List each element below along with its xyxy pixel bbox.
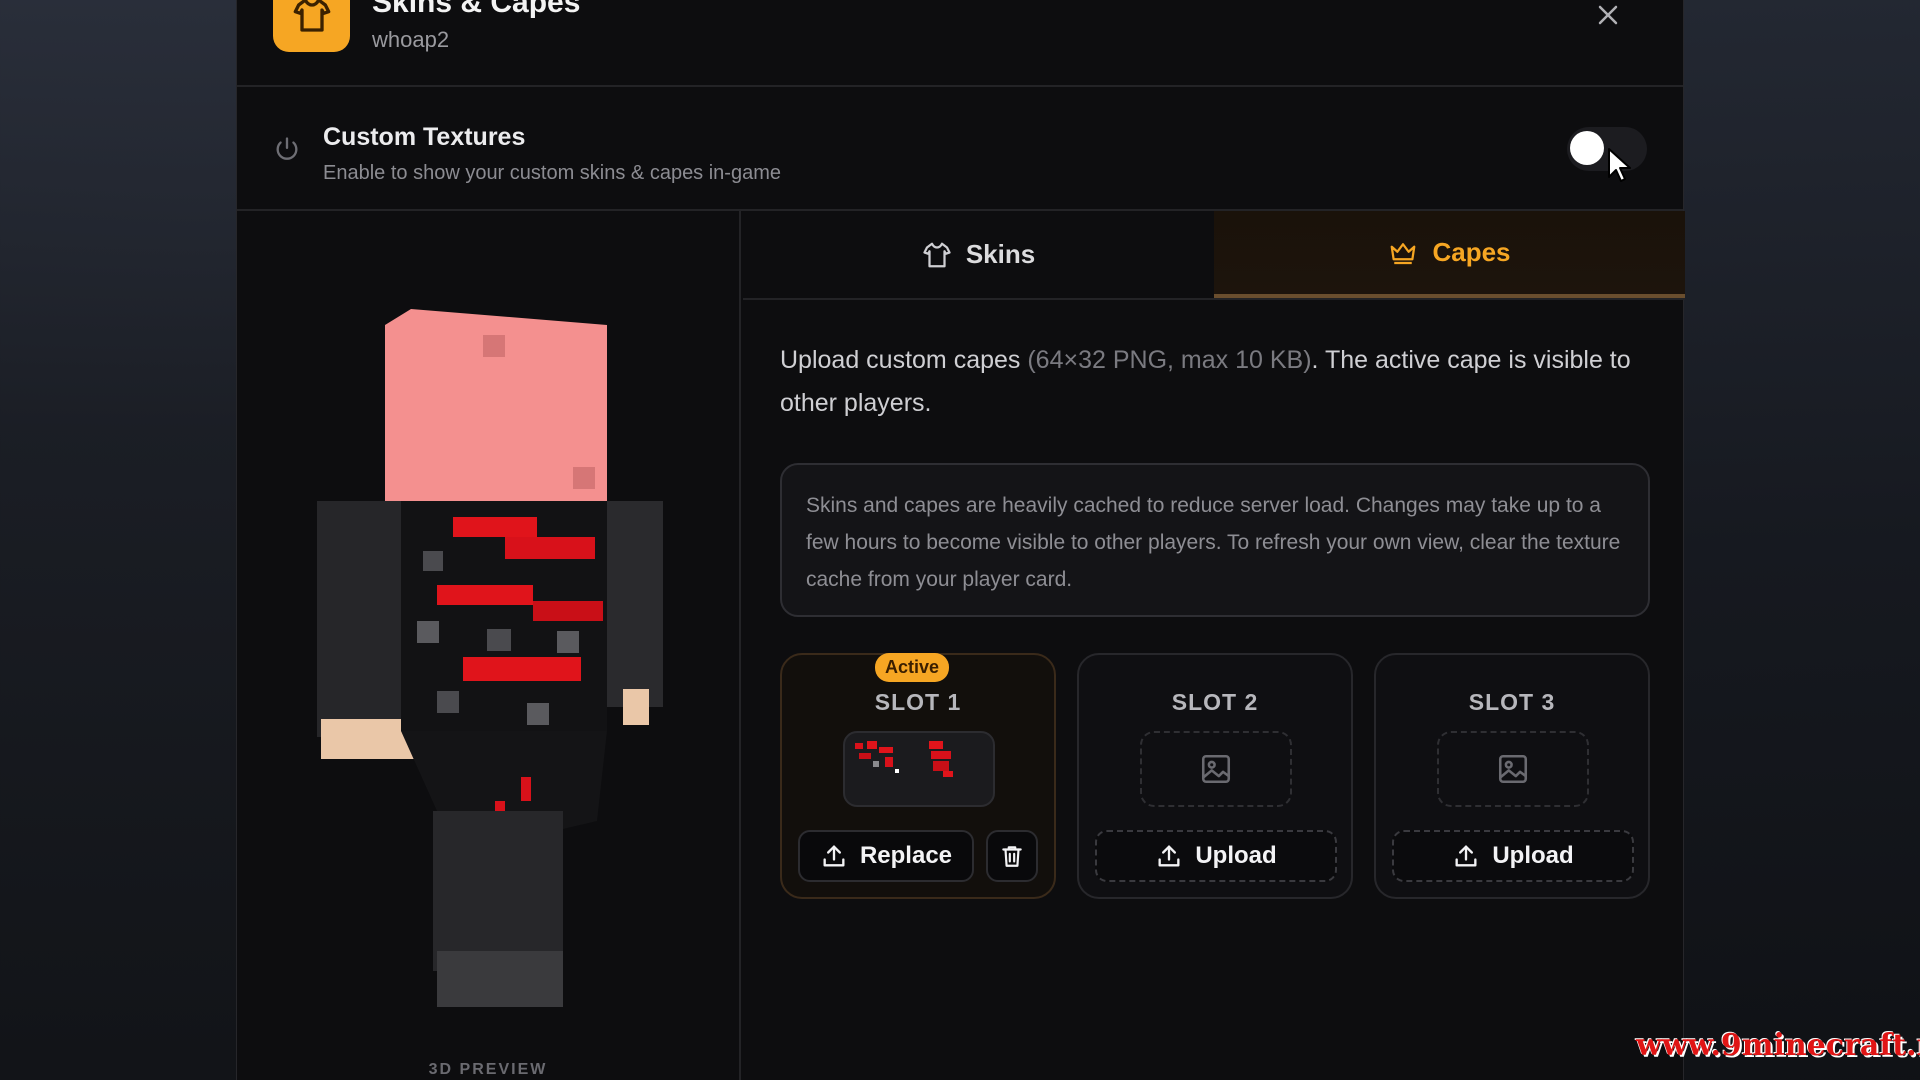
- cache-notice: Skins and capes are heavily cached to re…: [780, 463, 1650, 617]
- custom-textures-row: Custom Textures Enable to show your cust…: [237, 87, 1683, 211]
- trash-icon: [1002, 846, 1022, 867]
- background-left: [0, 0, 236, 1080]
- custom-textures-description: Enable to show your custom skins & capes…: [323, 162, 781, 184]
- replace-label: Replace: [859, 842, 953, 869]
- delete-button[interactable]: [986, 830, 1038, 882]
- capes-intro: Upload custom capes (64×32 PNG, max 10 K…: [780, 339, 1660, 425]
- slot-label: SLOT 1: [874, 689, 962, 715]
- close-button[interactable]: [1593, 0, 1623, 30]
- cape-slots: Active SLOT 1 Replace SLOT 2 Upload SLOT…: [780, 653, 1650, 901]
- empty-slot-placeholder: [1140, 731, 1292, 807]
- slot-label: SLOT 3: [1468, 689, 1556, 715]
- upload-icon: [823, 845, 845, 867]
- preview-panel: 3D PREVIEW: [237, 211, 741, 1080]
- intro-format-hint: (64×32 PNG, max 10 KB): [1027, 346, 1312, 374]
- upload-icon: [1158, 845, 1180, 867]
- upload-label: Upload: [1195, 842, 1277, 869]
- modal-title: Skins & Capes: [372, 0, 581, 19]
- cape-thumbnail: [843, 731, 995, 807]
- watermark: www.9minecraft.net: [1636, 1028, 1920, 1063]
- shirt-icon: [923, 242, 951, 267]
- intro-main: Upload custom capes: [780, 346, 1028, 374]
- tab-skins-label: Skins: [965, 239, 1036, 269]
- empty-slot-placeholder: [1437, 731, 1589, 807]
- mouse-cursor-icon: [1608, 148, 1631, 182]
- image-icon: [1498, 754, 1528, 784]
- username: whoap2: [372, 27, 450, 52]
- skin-preview-model[interactable]: [237, 211, 741, 1041]
- tab-capes-label: Capes: [1432, 237, 1511, 267]
- app-icon: [273, 0, 350, 52]
- power-icon: [276, 137, 298, 160]
- cape-slot-1: Active SLOT 1 Replace: [780, 653, 1056, 899]
- crown-icon: [1391, 242, 1416, 264]
- replace-button[interactable]: Replace: [798, 830, 974, 882]
- capes-panel: Skins Capes Upload custom capes (64×32 P…: [743, 211, 1685, 1080]
- custom-textures-title: Custom Textures: [323, 123, 526, 151]
- tab-capes[interactable]: Capes: [1214, 211, 1685, 298]
- background-right: [1680, 0, 1920, 1080]
- upload-icon: [1455, 845, 1477, 867]
- modal-header: Skins & Capes whoap2: [237, 0, 1683, 87]
- toggle-knob: [1570, 131, 1604, 165]
- slot-label: SLOT 2: [1171, 689, 1259, 715]
- upload-button[interactable]: Upload: [1392, 830, 1634, 882]
- active-badge: Active: [875, 653, 950, 682]
- shirt-icon: [293, 0, 330, 32]
- cape-slot-3: SLOT 3 Upload: [1374, 653, 1650, 899]
- upload-label: Upload: [1492, 842, 1574, 869]
- image-icon: [1201, 754, 1231, 784]
- upload-button[interactable]: Upload: [1095, 830, 1337, 882]
- tab-skins[interactable]: Skins: [743, 211, 1214, 298]
- skins-capes-modal: Skins & Capes whoap2 Custom Textures Ena…: [236, 0, 1685, 1080]
- close-icon: [1598, 5, 1618, 25]
- tab-bar: Skins Capes: [743, 211, 1685, 300]
- cape-slot-2: SLOT 2 Upload: [1077, 653, 1353, 899]
- preview-label: 3D PREVIEW: [428, 1061, 548, 1078]
